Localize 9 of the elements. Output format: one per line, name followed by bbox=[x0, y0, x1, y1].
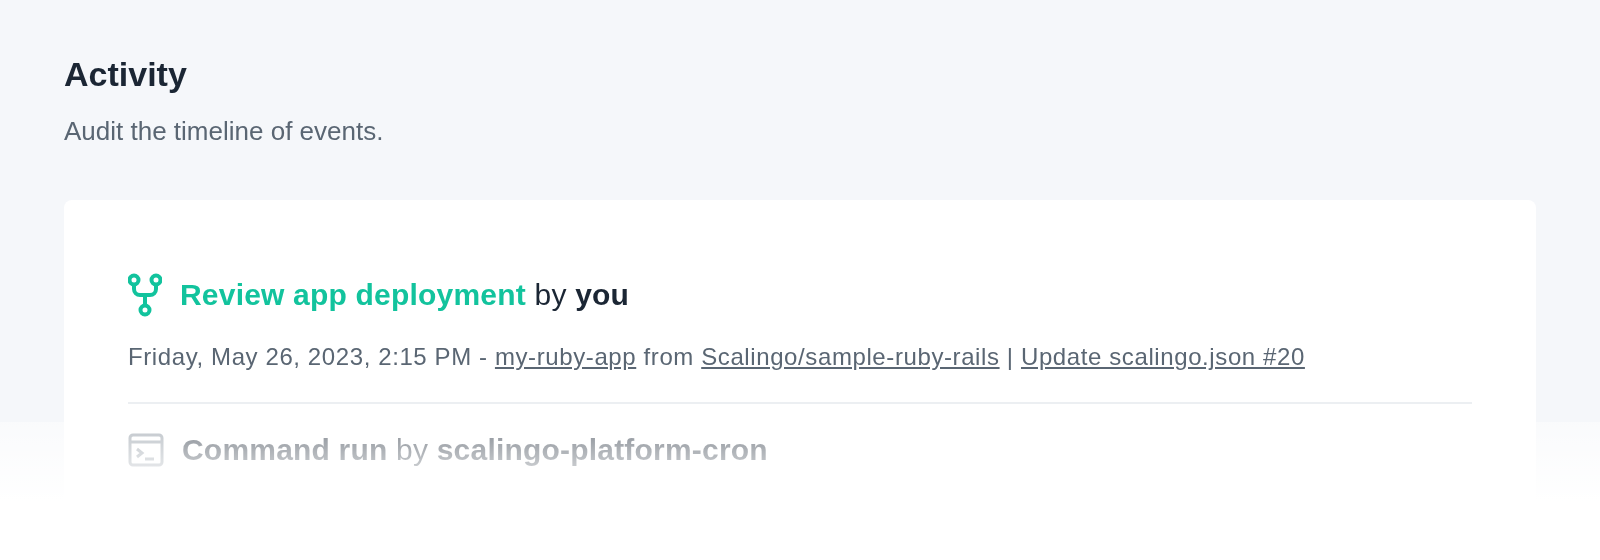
branch-icon bbox=[128, 273, 162, 317]
page-title: Activity bbox=[64, 54, 188, 95]
event-title: Review app deployment by you bbox=[180, 278, 630, 312]
event-details: Friday, May 26, 2023, 2:15 PM - my-ruby-app from Scalingo/sample-ruby-rails | Update scalingo.json #20 bbox=[128, 342, 1306, 372]
event-title: Command run by scalingo-platform-cron bbox=[182, 433, 768, 467]
page-subtitle: Audit the timeline of events. bbox=[64, 115, 385, 148]
event-link[interactable]: Update scalingo.json #20 bbox=[1021, 343, 1305, 370]
event-link[interactable]: my-ruby-app bbox=[494, 343, 637, 370]
event-link[interactable]: Scalingo/sample-ruby-rails bbox=[701, 343, 1000, 370]
